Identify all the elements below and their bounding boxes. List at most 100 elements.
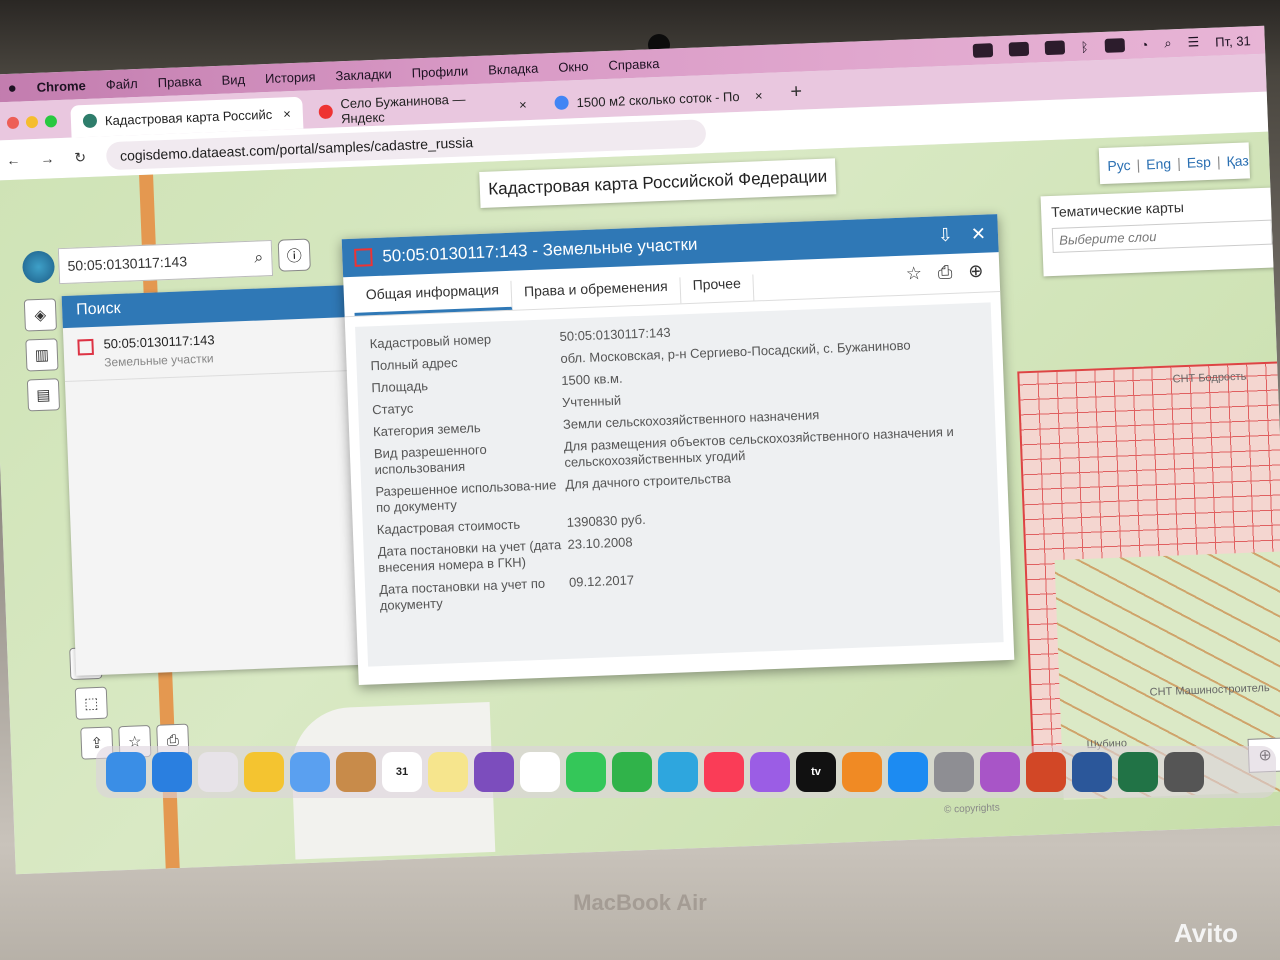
finder-icon[interactable]	[106, 752, 146, 792]
word-icon[interactable]	[1072, 752, 1112, 792]
viber-icon[interactable]	[474, 752, 514, 792]
menu-history[interactable]: История	[265, 69, 316, 86]
music-icon[interactable]	[704, 752, 744, 792]
checkbox[interactable]	[77, 338, 94, 356]
select-button[interactable]: ⬚	[74, 686, 108, 720]
print-icon[interactable]: ⎙	[938, 262, 953, 284]
preview-icon[interactable]	[1164, 752, 1204, 792]
watermark: Avito	[1174, 918, 1239, 948]
close-icon[interactable]: ✕	[970, 223, 986, 245]
layers-button[interactable]: ◈	[23, 298, 57, 332]
menu-window[interactable]: Окно	[558, 58, 589, 74]
lang-ru[interactable]: Рус	[1107, 157, 1131, 174]
menu-profiles[interactable]: Профили	[411, 63, 468, 80]
menu-bookmarks[interactable]: Закладки	[335, 66, 392, 83]
mail-icon[interactable]	[290, 752, 330, 792]
lang-kz[interactable]: Қаз	[1226, 152, 1249, 169]
cloud-icon[interactable]	[972, 43, 994, 58]
language-switcher: Рус | Eng | Esp | Қаз	[1098, 142, 1251, 185]
messages-icon[interactable]	[566, 752, 606, 792]
favicon-icon	[82, 113, 98, 129]
control-center-icon[interactable]: ☰	[1187, 34, 1199, 50]
minimize-window-icon[interactable]	[25, 115, 39, 129]
facetime-icon[interactable]	[612, 752, 652, 792]
lang-es[interactable]: Esp	[1186, 154, 1211, 171]
apple-icon[interactable]: ●	[7, 79, 17, 96]
reload-button[interactable]: ↻	[74, 149, 86, 166]
menu-help[interactable]: Справка	[608, 55, 660, 72]
item-type: Земельные участки	[103, 351, 214, 370]
close-icon[interactable]: ×	[755, 88, 763, 103]
dialog-tools: ☆ ⎙ ⊕	[889, 260, 1000, 295]
map-icon: ▥	[34, 346, 50, 365]
map-button[interactable]: ▥	[25, 338, 59, 372]
zoom-window-icon[interactable]	[44, 115, 58, 128]
tv-icon[interactable]: tv	[796, 752, 836, 792]
notes-icon[interactable]	[428, 752, 468, 792]
calendar-icon[interactable]: 31	[382, 752, 422, 792]
dialog-controls: ⇩ ✕	[937, 223, 986, 246]
excel-icon[interactable]	[1118, 752, 1158, 792]
settings-icon[interactable]	[934, 752, 974, 792]
tab-label: Кадастровая карта Российс	[104, 106, 273, 128]
zoom-in-icon[interactable]: ⊕	[968, 261, 984, 283]
tab-rights[interactable]: Права и обременения	[511, 277, 682, 310]
item-number: 50:05:0130117:143	[103, 332, 215, 352]
podcasts-icon[interactable]	[750, 752, 790, 792]
layers-select[interactable]: Выберите слои	[1051, 219, 1273, 254]
app-logo-icon[interactable]	[21, 250, 56, 284]
evernote-icon[interactable]	[1008, 41, 1029, 57]
parcel-info-dialog: 50:05:0130117:143 - Земельные участки ⇩ …	[341, 214, 1015, 685]
dock-icon[interactable]: ⇩	[937, 224, 953, 246]
laptop-frame: ● Chrome Файл Правка Вид История Закладк…	[0, 0, 1280, 960]
close-icon[interactable]: ×	[519, 97, 527, 112]
menu-view[interactable]: Вид	[221, 71, 245, 87]
new-tab-button[interactable]: +	[778, 80, 815, 110]
info-icon: ⓘ	[286, 247, 303, 265]
books-icon[interactable]	[842, 752, 882, 792]
google-icon	[554, 95, 569, 111]
contacts-icon[interactable]	[336, 752, 376, 792]
wifi-icon[interactable]: ◔	[1140, 37, 1148, 52]
close-window-icon[interactable]	[6, 116, 20, 130]
lang-en[interactable]: Eng	[1146, 155, 1172, 172]
menu-edit[interactable]: Правка	[157, 73, 201, 90]
safari-icon[interactable]	[152, 752, 192, 792]
map-pin-icon	[318, 104, 334, 120]
tab-general[interactable]: Общая информация	[353, 280, 513, 316]
book-button[interactable]: ▤	[26, 378, 61, 412]
clock[interactable]: Пт, 31	[1215, 33, 1251, 49]
search-icon[interactable]: ⌕	[254, 249, 264, 267]
battery-icon[interactable]	[1104, 38, 1125, 53]
chrome-icon[interactable]	[244, 752, 284, 792]
reminders-icon[interactable]	[520, 752, 560, 792]
app-store-icon[interactable]	[888, 752, 928, 792]
search-value: 50:05:0130117:143	[67, 253, 188, 274]
spotlight-icon[interactable]: ⌕	[1164, 35, 1172, 51]
forward-button[interactable]: →	[40, 150, 55, 167]
page-title: Кадастровая карта Российской Федерации	[479, 158, 837, 208]
list-item[interactable]: 50:05:0130117:143 Земельные участки	[62, 316, 355, 383]
feedback-icon[interactable]	[980, 752, 1020, 792]
tab-label: 1500 м2 сколько соток - По	[576, 88, 740, 110]
close-icon[interactable]: ×	[283, 106, 291, 121]
punto-icon[interactable]	[1044, 40, 1065, 56]
select-icon: ⬚	[83, 694, 99, 713]
powerpoint-icon[interactable]	[1026, 752, 1066, 792]
bluetooth-icon[interactable]: ᛒ	[1080, 39, 1088, 54]
menu-app[interactable]: Chrome	[36, 78, 86, 95]
checkbox[interactable]	[354, 248, 373, 267]
macos-dock: 31 tv	[96, 746, 1276, 798]
info-button[interactable]: ⓘ	[277, 238, 311, 272]
layers-icon: ◈	[34, 306, 47, 325]
thematic-title: Тематические карты	[1050, 198, 1185, 221]
back-button[interactable]: ←	[6, 152, 21, 169]
menu-file[interactable]: Файл	[105, 76, 138, 92]
thematic-maps-panel: Тематические карты Выберите слои	[1040, 187, 1280, 277]
telegram-icon[interactable]	[658, 752, 698, 792]
search-input[interactable]: 50:05:0130117:143 ⌕	[57, 239, 274, 285]
launchpad-icon[interactable]	[198, 752, 238, 792]
star-icon[interactable]: ☆	[905, 263, 922, 285]
tab-other[interactable]: Прочее	[680, 274, 755, 304]
menu-tab[interactable]: Вкладка	[488, 60, 539, 77]
